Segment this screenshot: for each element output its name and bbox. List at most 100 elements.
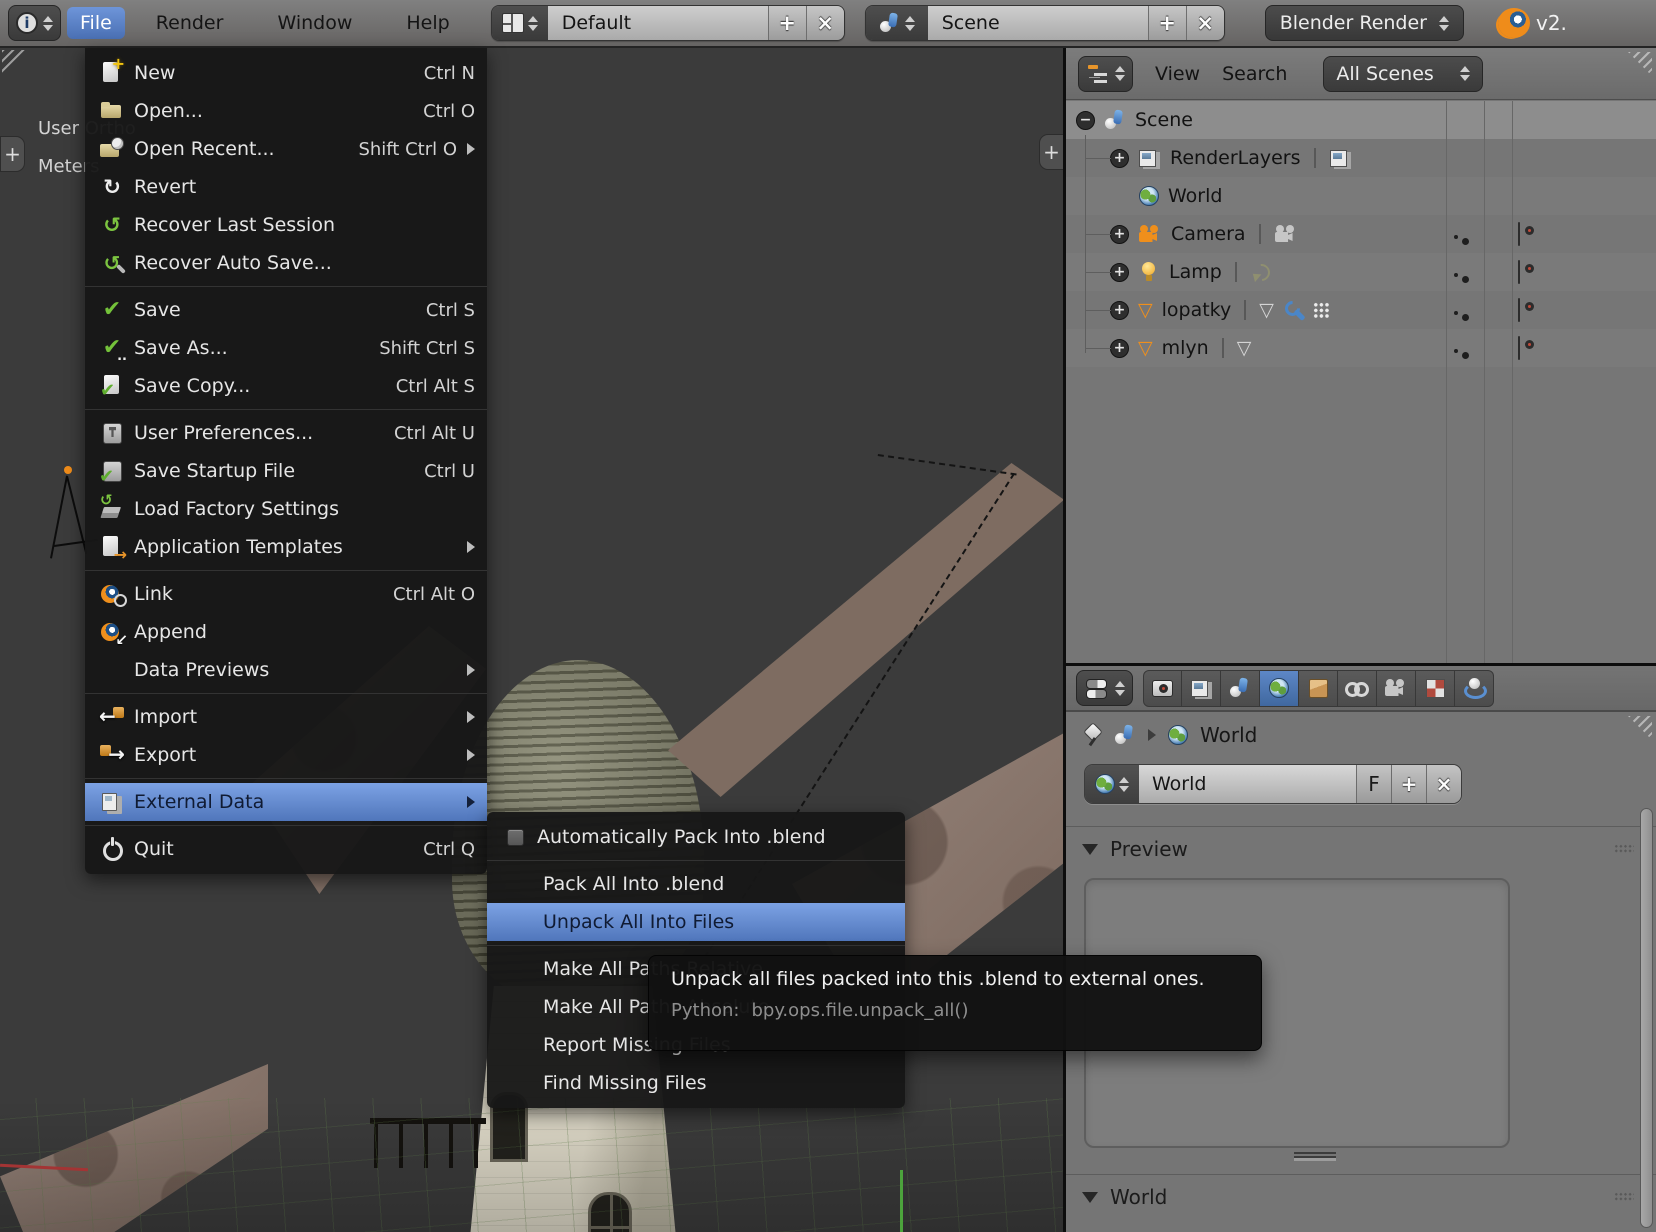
expand-icon[interactable] (1110, 225, 1129, 244)
region-border[interactable] (1063, 48, 1066, 1232)
menu-item-data-previews[interactable]: Data Previews (85, 651, 487, 689)
outliner-menu-view[interactable]: View (1155, 63, 1200, 85)
world-name-field[interactable]: World (1139, 765, 1356, 803)
delete-screen-layout-button[interactable]: × (806, 6, 844, 40)
menu-item-link[interactable]: Link Ctrl Alt O (85, 575, 487, 613)
menu-item-recover-auto-save[interactable]: Recover Auto Save... (85, 244, 487, 282)
scene-browse-button[interactable] (866, 6, 928, 40)
menu-item-find-missing-files[interactable]: Find Missing Files (487, 1064, 905, 1102)
tab-scene[interactable] (1221, 670, 1260, 707)
unlink-world-button[interactable]: × (1426, 765, 1461, 803)
constraints-tab-icon (1345, 679, 1369, 697)
fake-user-button[interactable]: F (1356, 765, 1391, 803)
preview-panel-header[interactable]: Preview (1082, 826, 1188, 872)
breadcrumb: World (1082, 718, 1257, 752)
world-panel-header[interactable]: World (1082, 1174, 1167, 1220)
outliner-display-mode-dropdown[interactable]: All Scenes (1323, 56, 1482, 92)
tab-object[interactable] (1299, 670, 1338, 707)
panel-drag-grip[interactable] (1614, 1192, 1634, 1201)
panel-drag-grip[interactable] (1614, 844, 1634, 853)
menu-item-open-recent[interactable]: Open Recent... Shift Ctrl O (85, 130, 487, 168)
menu-window[interactable]: Window (264, 7, 365, 39)
editor-type-selector[interactable] (1076, 670, 1133, 706)
menu-item-user-preferences[interactable]: User Preferences... Ctrl Alt U (85, 414, 487, 452)
menu-item-external-data[interactable]: External Data (85, 783, 487, 821)
screen-layout-name-field[interactable]: Default (548, 6, 768, 40)
menu-item-open[interactable]: Open... Ctrl O (85, 92, 487, 130)
outliner-row-camera[interactable]: Camera (1066, 215, 1656, 253)
tooltip-description: Unpack all files packed into this .blend… (671, 968, 1239, 990)
render-engine-dropdown[interactable]: Blender Render (1265, 5, 1464, 41)
properties-shelf-expand-button[interactable] (1039, 134, 1064, 170)
menu-item-new[interactable]: New Ctrl N (85, 54, 487, 92)
menu-item-unpack-all[interactable]: Unpack All Into Files (487, 903, 905, 941)
outliner-row-renderlayers[interactable]: RenderLayers (1066, 139, 1656, 177)
menu-item-import[interactable]: Import (85, 698, 487, 736)
delete-scene-button[interactable]: × (1186, 6, 1224, 40)
menu-file[interactable]: File (67, 7, 125, 39)
region-corner-grip[interactable] (2, 50, 26, 74)
pin-icon[interactable] (1082, 724, 1102, 746)
outliner-row-lopatky[interactable]: lopatky (1066, 291, 1656, 329)
menu-item-shortcut: Ctrl S (412, 300, 475, 321)
toolshelf-expand-button[interactable] (0, 136, 25, 172)
outliner-row-world[interactable]: World (1066, 177, 1656, 215)
properties-scrollbar[interactable] (1640, 808, 1653, 1228)
menu-help[interactable]: Help (393, 7, 462, 39)
tree-connector-stub (1085, 272, 1111, 273)
add-scene-button[interactable]: + (1148, 6, 1186, 40)
menu-item-load-factory-settings[interactable]: Load Factory Settings (85, 490, 487, 528)
expand-icon[interactable] (1110, 339, 1129, 358)
menu-item-save[interactable]: Save Ctrl S (85, 291, 487, 329)
menu-item-revert[interactable]: Revert (85, 168, 487, 206)
menu-item-label: Revert (134, 176, 196, 198)
menu-render[interactable]: Render (143, 7, 237, 39)
menu-item-automatically-pack[interactable]: Automatically Pack Into .blend (487, 818, 905, 856)
outliner-row-mlyn[interactable]: mlyn (1066, 329, 1656, 367)
tab-physics[interactable] (1455, 670, 1494, 707)
tab-render[interactable] (1143, 670, 1182, 707)
menu-item-pack-all[interactable]: Pack All Into .blend (487, 865, 905, 903)
recent-folder-icon (99, 137, 125, 161)
menu-item-export[interactable]: Export (85, 736, 487, 774)
expand-icon[interactable] (1110, 263, 1129, 282)
checkbox-unchecked-icon[interactable] (507, 829, 524, 846)
outliner-item-label: Camera (1171, 223, 1246, 245)
menu-item-append[interactable]: Append (85, 613, 487, 651)
world-browse-button[interactable] (1085, 765, 1139, 803)
menu-item-application-templates[interactable]: Application Templates (85, 528, 487, 566)
renderability-toggle[interactable] (1518, 299, 1520, 321)
renderability-toggle[interactable] (1518, 261, 1520, 283)
outliner-menu-search[interactable]: Search (1222, 63, 1287, 85)
region-border[interactable] (1064, 663, 1656, 666)
menu-item-save-as[interactable]: Save As... Shift Ctrl S (85, 329, 487, 367)
menu-item-save-startup-file[interactable]: Save Startup File Ctrl U (85, 452, 487, 490)
renderability-toggle[interactable] (1518, 223, 1520, 245)
tab-object-data[interactable] (1377, 670, 1416, 707)
object-data-tab-icon (1384, 678, 1408, 698)
expand-icon[interactable] (1110, 149, 1129, 168)
renderability-toggle[interactable] (1518, 337, 1520, 359)
lamp-object-icon (1138, 262, 1160, 282)
expand-icon[interactable] (1110, 301, 1129, 320)
tab-world[interactable] (1260, 670, 1299, 707)
add-screen-layout-button[interactable]: + (768, 6, 806, 40)
menu-item-quit[interactable]: Quit Ctrl Q (85, 830, 487, 868)
menu-item-shortcut: Shift Ctrl O (344, 139, 457, 160)
collapse-icon[interactable] (1076, 111, 1095, 130)
lamp-wireframe (50, 476, 68, 559)
panel-resize-handle[interactable] (1294, 1152, 1336, 1161)
region-corner-grip[interactable] (1628, 716, 1652, 740)
tab-constraints[interactable] (1338, 670, 1377, 707)
add-world-button[interactable]: + (1391, 765, 1426, 803)
menu-item-save-copy[interactable]: Save Copy... Ctrl Alt S (85, 367, 487, 405)
editor-type-selector[interactable] (8, 5, 61, 41)
outliner-row-lamp[interactable]: Lamp (1066, 253, 1656, 291)
scene-name-field[interactable]: Scene (928, 6, 1148, 40)
editor-type-selector[interactable] (1078, 56, 1133, 92)
menu-item-recover-last-session[interactable]: Recover Last Session (85, 206, 487, 244)
tab-render-layers[interactable] (1182, 670, 1221, 707)
screen-layout-browse-button[interactable] (492, 6, 548, 40)
tab-texture[interactable] (1416, 670, 1455, 707)
outliner-row-scene[interactable]: Scene (1066, 101, 1656, 139)
